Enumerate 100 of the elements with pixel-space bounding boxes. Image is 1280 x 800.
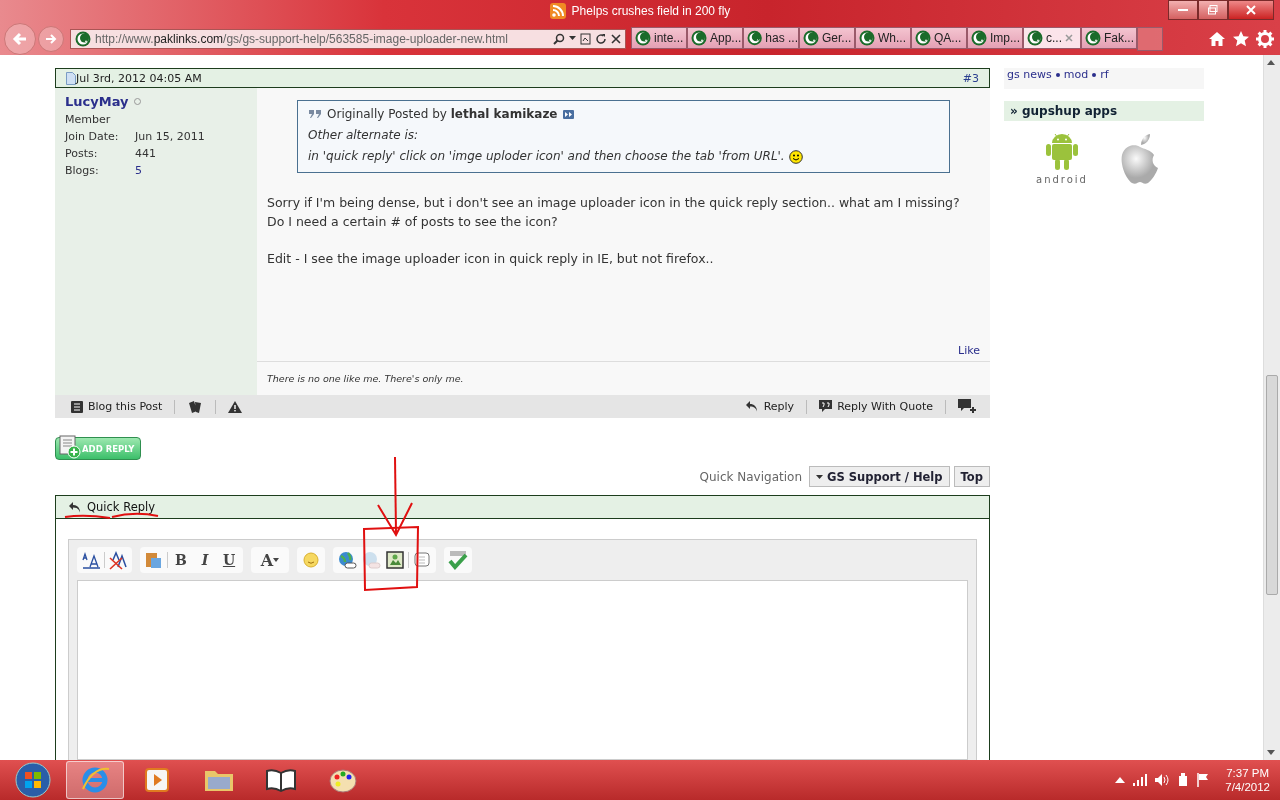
sidebar-link[interactable]: mod	[1063, 68, 1089, 81]
clock[interactable]: 7:37 PM 7/4/2012	[1225, 767, 1270, 793]
scroll-up-icon[interactable]	[1267, 60, 1275, 65]
reputation-icon[interactable]	[187, 399, 204, 414]
sidebar-link[interactable]: gs news	[1007, 68, 1052, 81]
stat-link[interactable]: 5	[135, 164, 142, 177]
back-arrow-icon	[12, 31, 28, 46]
settings-icon[interactable]	[1256, 29, 1274, 48]
minimize-button[interactable]	[1168, 0, 1198, 20]
site-icon	[915, 29, 931, 46]
caret-icon	[816, 474, 823, 479]
image-icon[interactable]	[384, 550, 406, 570]
stop-icon[interactable]	[611, 33, 621, 44]
quote-text: in 'quick reply' click on 'imge uploder icon' and then choose the tab 'from URL'.	[308, 149, 939, 164]
windows-logo-icon	[14, 761, 52, 799]
address-bar[interactable]: http://www.paklinks.com/gs/gs-support-help/563585-image-uploader-new.html	[70, 28, 626, 49]
power-icon[interactable]	[1177, 773, 1190, 787]
volume-icon[interactable]	[1155, 774, 1170, 786]
reply-button[interactable]: Reply	[744, 400, 795, 413]
star-icon[interactable]	[1232, 29, 1250, 48]
quote-attribution: Originally Posted by lethal kamikaze	[327, 107, 558, 121]
url-text: http://www.paklinks.com/gs/gs-support-help/563585-image-uploader-new.html	[95, 31, 509, 46]
link-icon[interactable]	[336, 550, 358, 570]
back-button[interactable]	[4, 22, 36, 55]
format-button[interactable]: U	[218, 549, 240, 571]
site-icon	[691, 29, 707, 46]
close-button[interactable]	[1228, 0, 1274, 20]
remove-format-icon[interactable]	[107, 550, 129, 570]
blog-post-button[interactable]: Blog this Post	[71, 400, 163, 413]
author-name[interactable]: LucyMay	[65, 94, 129, 109]
browser-tab[interactable]: QA...	[911, 26, 967, 49]
post-text: Sorry if I'm being dense, but i don't see an image uploader icon in the quick reply section.. what am I missing? Do I need a certain # of posts to see the icon?	[267, 193, 961, 231]
font-color-button[interactable]: A	[254, 549, 286, 571]
quote-icon	[308, 109, 322, 119]
like-link[interactable]: Like	[958, 344, 980, 361]
view-post-icon[interactable]	[562, 109, 574, 119]
top-button[interactable]: Top	[953, 466, 990, 487]
scroll-thumb[interactable]	[1266, 375, 1278, 595]
book-icon	[265, 768, 297, 792]
unlink-icon[interactable]	[360, 550, 382, 570]
stat-label: Blogs:	[65, 164, 100, 177]
site-icon	[971, 29, 987, 46]
reply-with-quote-button[interactable]: Reply With Quote	[819, 400, 933, 413]
browser-tab[interactable]: Wh...	[855, 26, 911, 49]
show-hidden-icons[interactable]	[1115, 777, 1126, 783]
forward-arrow-icon	[45, 32, 57, 45]
site-icon	[803, 29, 819, 46]
browser-tab[interactable]: Ger...	[799, 26, 855, 49]
browser-tab[interactable]: App...	[687, 26, 743, 49]
browser-tab[interactable]: Fak...	[1081, 26, 1137, 49]
sidebar-link[interactable]: rf	[1100, 68, 1109, 81]
browser-tab[interactable]: Imp...	[967, 26, 1023, 49]
multi-quote-icon[interactable]	[958, 399, 978, 414]
smiley-icon	[788, 149, 803, 164]
palette-icon	[328, 766, 358, 794]
minimize-icon	[1178, 8, 1188, 12]
forward-button[interactable]	[38, 25, 64, 52]
quote-bubble-icon	[819, 400, 833, 413]
rss-icon	[549, 3, 566, 19]
format-button[interactable]: I	[194, 549, 216, 571]
scroll-down-icon[interactable]	[1267, 750, 1275, 755]
restore-icon	[1208, 5, 1218, 15]
post-text: Edit - I see the image uploader icon in quick reply in IE, but not firefox..	[267, 249, 715, 268]
browser-tab[interactable]: has ...	[743, 26, 799, 49]
browser-tab[interactable]: inte...	[631, 26, 687, 49]
bullet-icon	[1055, 72, 1060, 77]
site-icon	[747, 29, 763, 46]
forum-menu-button[interactable]: GS Support / Help	[809, 466, 950, 487]
annotation-rectangle	[363, 525, 419, 592]
quick-reply-title[interactable]: Quick Reply	[87, 500, 156, 514]
site-icon	[1027, 29, 1043, 46]
play-icon	[143, 766, 171, 794]
stat-label: Join Date:	[65, 130, 120, 143]
caret-icon	[273, 558, 280, 562]
quote-text: Other alternate is:	[308, 128, 420, 142]
warning-icon[interactable]	[228, 400, 243, 413]
scrollbar[interactable]	[1263, 55, 1280, 760]
stat-value: 441	[135, 147, 156, 160]
browser-logo-icon	[80, 765, 110, 795]
site-icon	[859, 29, 875, 46]
search-icon[interactable]	[553, 32, 565, 45]
refresh-icon[interactable]	[595, 32, 607, 45]
restore-button[interactable]	[1198, 0, 1228, 20]
signal-icon[interactable]	[1133, 774, 1148, 786]
stat-label: Posts:	[65, 147, 99, 160]
reply-icon	[744, 400, 759, 413]
post-date: Jul 3rd, 2012 04:05 AM	[76, 71, 202, 85]
font-size-icon[interactable]	[80, 550, 102, 570]
home-icon[interactable]	[1208, 29, 1226, 48]
compatibility-icon[interactable]	[580, 32, 591, 45]
signature-text: There is no one like me. There's only me.	[267, 373, 464, 384]
post-number[interactable]: #3	[962, 71, 979, 85]
caret-icon[interactable]	[569, 36, 576, 41]
site-icon	[635, 29, 651, 46]
stat-value: Jun 15, 2011	[135, 130, 205, 143]
flag-icon[interactable]	[1197, 773, 1210, 787]
browser-tab[interactable]: c...	[1023, 26, 1081, 49]
format-button[interactable]: B	[170, 549, 192, 571]
message-input[interactable]	[77, 580, 968, 760]
window-title: Phelps crushes field in 200 fly	[571, 4, 731, 18]
